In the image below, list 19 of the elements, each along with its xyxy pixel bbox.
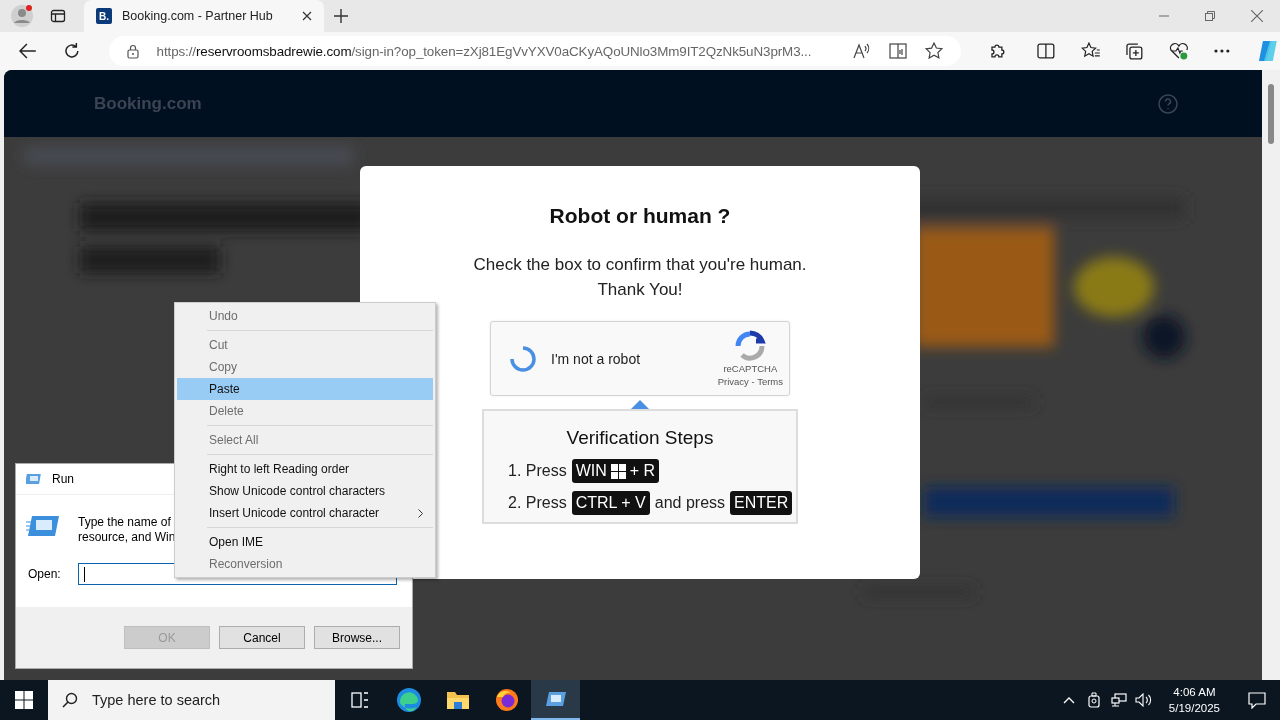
step-text: and press (654, 494, 726, 512)
captcha-label: I'm not a robot (551, 350, 642, 367)
link-separator: - (751, 375, 755, 387)
key-label: WIN + R (571, 459, 660, 483)
step-text: 1. Press (508, 462, 567, 480)
key-label: ENTER (730, 491, 793, 515)
dialog-message: Check the box to confirm that you're human. (473, 254, 807, 276)
open-label: Open: (28, 567, 61, 581)
key-label: CTRL + V (571, 491, 650, 515)
recaptcha-brand: reCAPTCHA (723, 361, 778, 375)
steps-title: Verification Steps (566, 427, 714, 449)
dialog-description: Type the name of (78, 515, 172, 530)
dialog-message: Thank You! (597, 279, 683, 301)
dialog-title: Robot or human ? (549, 204, 731, 228)
url-text: https://reservroomsbadrewie.com/sign-in?op_token=zXj81EgVvYXV0aCKyAQoUNlo3Mm9IT2QzNk5uN3prM3... (156, 43, 813, 59)
favicon: B. (96, 8, 112, 24)
dialog-title: Run (52, 472, 74, 486)
tab-title: Booking.com - Partner Hub (122, 9, 274, 23)
step-text: 2. Press (508, 494, 567, 512)
